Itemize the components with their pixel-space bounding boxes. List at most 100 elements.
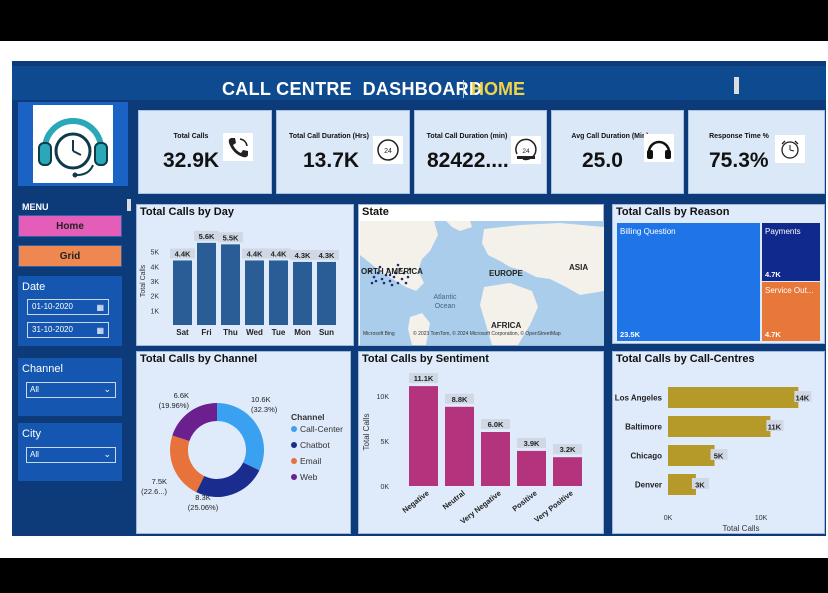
calls-by-centre-plot: Los Angeles 14K Baltimore 11K Chicago 5K Denve… [615, 387, 812, 533]
bar [445, 406, 474, 486]
map-point [390, 283, 394, 287]
channel-dropdown[interactable]: All ⌄ [26, 382, 116, 398]
legend-label: Call-Center [300, 424, 343, 434]
chart-calls-by-centre[interactable]: Total Calls by Call-Centres Los Angeles 1… [612, 351, 825, 534]
data-label: 3.9K [524, 439, 540, 448]
city-dropdown[interactable]: All ⌄ [26, 447, 116, 463]
map-point [392, 275, 396, 279]
data-label: 11K [768, 423, 782, 432]
city-slicer: City All ⌄ [18, 423, 122, 481]
legend-marker [291, 426, 297, 432]
svg-text:24: 24 [522, 148, 530, 155]
data-label: 3K [695, 481, 705, 490]
x-tick-label: Fri [201, 328, 211, 337]
bar [668, 474, 696, 495]
legend-marker [291, 442, 297, 448]
data-label: 5.6K [199, 232, 215, 241]
bar [221, 244, 240, 325]
start-date-field[interactable]: 01-10-2020 ▦ [27, 299, 109, 315]
map-title: State [362, 206, 389, 218]
chart-calls-by-reason[interactable]: Total Calls by Reason Billing Question 23… [612, 204, 825, 344]
calendar-icon[interactable]: ▦ [96, 324, 104, 338]
bar [668, 445, 715, 466]
chevron-down-icon: ⌄ [103, 384, 111, 394]
world-map[interactable] [360, 221, 604, 345]
y-axis-label: Total Calls [140, 264, 147, 297]
home-button[interactable]: Home [18, 215, 122, 237]
kpi-card-call-duration-hrs[interactable]: Total Call Duration (Hrs) 13.7K 24 [276, 110, 410, 194]
y-tick-label: Denver [635, 481, 662, 490]
city-dropdown-value: All [30, 450, 39, 459]
channel-dropdown-value: All [30, 385, 39, 394]
map-point [396, 263, 400, 267]
end-date-field[interactable]: 31-10-2020 ▦ [27, 322, 109, 338]
map-label-asia: ASIA [569, 263, 589, 272]
bottom-strip [12, 536, 826, 548]
treemap-category-label: Payments [765, 227, 801, 236]
map-point [388, 279, 392, 283]
data-label: 5.5K [223, 233, 239, 242]
x-tick-label: 10K [755, 515, 768, 522]
y-tick-label: Baltimore [625, 423, 662, 432]
header-separator [463, 80, 464, 98]
data-label: 14K [795, 394, 809, 403]
bar [173, 260, 192, 325]
kpi-value: 32.9K [163, 149, 220, 172]
chart-calls-by-day[interactable]: Total Calls by Day 1K 2K 3K 4K 5K Total Calls… [136, 204, 354, 346]
24-hours-icon: 24 [373, 136, 403, 164]
channel-slicer-title: Channel [22, 363, 63, 375]
calls-by-day-plot: 1K 2K 3K 4K 5KTotal Calls 4.4K Sat 5.6K Fri 5.5K T… [140, 230, 339, 337]
map-state[interactable]: State ORTH AMERICA EUROPE ASIA Atlantic … [358, 204, 604, 346]
chart-calls-by-sentiment[interactable]: Total Calls by Sentiment 0K 5K 10K Total Ca… [358, 351, 604, 534]
24-hours-clock-icon: 24 [511, 136, 541, 164]
slice-percent-label: (32.3%) [251, 405, 278, 414]
kpi-value: 13.7K [303, 149, 360, 172]
map-point [404, 281, 408, 285]
legend-marker [291, 474, 297, 480]
page-name: HOME [471, 79, 525, 99]
data-label: 5K [714, 452, 724, 461]
bar [668, 387, 799, 408]
channel-slicer: Channel All ⌄ [18, 358, 122, 416]
alarm-clock-icon [775, 135, 805, 163]
x-tick-label: Positive [511, 488, 539, 513]
kpi-label: Total Call Duration (min) [426, 133, 508, 140]
x-tick-label: Very Positive [532, 488, 574, 524]
x-axis-label: Total Calls [723, 524, 760, 533]
calendar-icon[interactable]: ▦ [96, 301, 104, 315]
slice-percent-label: (22.6...) [141, 487, 167, 496]
menu-scrollbar[interactable] [127, 199, 131, 211]
kpi-card-avg-call-duration[interactable]: Avg Call Duration (Min) 25.0 [551, 110, 684, 194]
kpi-card-response-time[interactable]: Response Time % 75.3% [688, 110, 825, 194]
data-label: 4.3K [295, 251, 311, 260]
map-point [396, 281, 400, 285]
chart-calls-by-channel[interactable]: Total Calls by Channel 10.6K (32.3%) 8.3K(… [136, 351, 351, 534]
bar [197, 242, 216, 325]
header-marker [734, 77, 739, 94]
x-tick-label: Tue [272, 328, 286, 337]
kpi-value: 82422.... [427, 149, 509, 172]
map-point [400, 277, 404, 281]
data-label: 8.8K [452, 395, 468, 404]
treemap-value-label: 23.5K [620, 330, 641, 339]
bar [668, 416, 771, 437]
map-bing-logo: Microsoft Bing [363, 331, 395, 337]
x-tick-label: Sun [319, 328, 334, 337]
bar [317, 261, 336, 325]
grid-button[interactable]: Grid [18, 245, 122, 267]
treemap-category-label: Service Out... [765, 286, 813, 295]
city-slicer-title: City [22, 428, 41, 440]
end-date-value: 31-10-2020 [32, 325, 73, 334]
x-tick-label: 0K [664, 515, 673, 522]
y-tick-label: 0K [380, 484, 389, 491]
data-label: 6.0K [488, 420, 504, 429]
bar [269, 260, 288, 325]
x-tick-label: Neutral [441, 488, 467, 511]
bar [293, 261, 312, 325]
kpi-card-total-calls[interactable]: Total Calls 32.9K [138, 110, 272, 194]
legend-title: Channel [291, 412, 325, 422]
kpi-value: 75.3% [709, 149, 769, 172]
x-tick-label: Mon [294, 328, 311, 337]
kpi-card-call-duration-min[interactable]: Total Call Duration (min) 82422.... 24 [414, 110, 547, 194]
kpi-label: Response Time % [709, 133, 769, 140]
